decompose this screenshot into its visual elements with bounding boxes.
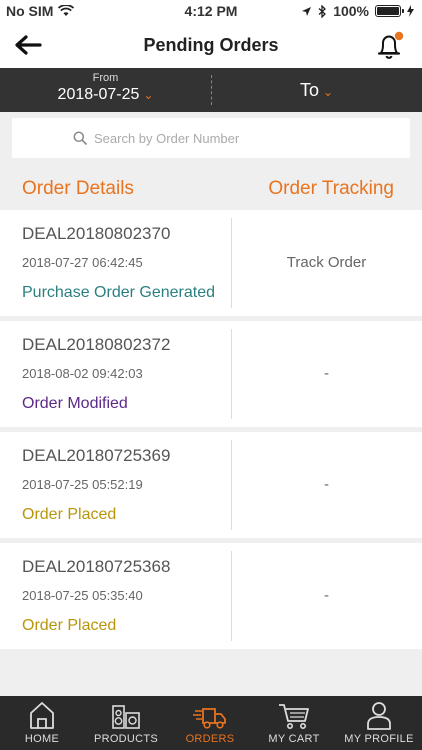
order-id: DEAL20180802372 [22, 335, 171, 354]
tracking-value: - [324, 365, 329, 382]
bell-icon [377, 31, 404, 59]
track-order-link[interactable]: Track Order [231, 254, 422, 271]
from-value-row: 2018-07-25 ⌄ [0, 86, 211, 104]
order-details-header: Order Details [22, 178, 134, 199]
from-label: From [92, 72, 119, 84]
order-status: Purchase Order Generated [22, 284, 215, 301]
tab-label: MY PROFILE [344, 733, 414, 745]
orders-list: DEAL20180802370 2018-07-27 06:42:45 Purc… [0, 210, 422, 654]
search-input[interactable] [94, 130, 374, 146]
order-id: DEAL20180802370 [22, 224, 171, 243]
tab-orders[interactable]: ORDERS [168, 696, 252, 750]
chevron-down-icon: ⌄ [143, 88, 154, 102]
order-id: DEAL20180725369 [22, 446, 171, 465]
order-datetime: 2018-08-02 09:42:03 [22, 366, 143, 381]
order-tracking-header: Order Tracking [268, 178, 394, 199]
bluetooth-icon [318, 4, 327, 18]
cart-icon [279, 704, 309, 729]
charging-icon [407, 5, 414, 17]
notifications-button[interactable] [374, 30, 406, 62]
search-box [12, 118, 410, 158]
tab-products[interactable]: PRODUCTS [84, 696, 168, 750]
battery-icon [375, 5, 404, 17]
tab-my-profile[interactable]: MY PROFILE [336, 696, 422, 750]
from-date-value: 2018-07-25 [57, 86, 140, 103]
status-bar: No SIM 4:12 PM 100% [0, 0, 422, 24]
home-icon [30, 702, 54, 729]
order-datetime: 2018-07-25 05:52:19 [22, 477, 143, 492]
notification-dot [394, 31, 404, 41]
order-id: DEAL20180725368 [22, 557, 171, 576]
page-title: Pending Orders [143, 35, 279, 55]
tracking-value: - [324, 587, 329, 604]
chevron-down-icon: ⌄ [322, 85, 334, 99]
order-status: Order Placed [22, 617, 117, 634]
tab-label: HOME [24, 733, 60, 745]
order-row[interactable]: DEAL20180802370 2018-07-27 06:42:45 Purc… [0, 210, 422, 316]
order-row[interactable]: DEAL20180725369 2018-07-25 05:52:19 Orde… [0, 432, 422, 538]
order-row[interactable]: DEAL20180725368 2018-07-25 05:35:40 Orde… [0, 543, 422, 649]
status-right: 100% [301, 3, 414, 19]
tracking-value: - [324, 476, 329, 493]
nav-bar: Pending Orders [0, 24, 422, 68]
order-row[interactable]: DEAL20180802372 2018-08-02 09:42:03 Orde… [0, 321, 422, 427]
tab-my-cart[interactable]: MY CART [252, 696, 336, 750]
products-icon [112, 705, 140, 729]
order-status: Order Modified [22, 395, 128, 412]
order-datetime: 2018-07-25 05:35:40 [22, 588, 143, 603]
date-to-picker[interactable]: To ⌄ [211, 68, 422, 112]
tab-label: ORDERS [185, 733, 235, 745]
column-headers: Order Details Order Tracking [0, 172, 422, 206]
date-filter-bar: From 2018-07-25 ⌄ To ⌄ [0, 68, 422, 112]
bottom-tab-bar: HOME PRODUCTS ORDERS MY CART MY PROFILE [0, 696, 422, 750]
tab-label: MY CART [268, 733, 320, 745]
search-icon [73, 131, 87, 145]
battery-percent: 100% [333, 3, 369, 19]
tab-label: PRODUCTS [93, 733, 159, 745]
truck-icon [193, 708, 226, 729]
tab-home[interactable]: HOME [0, 696, 84, 750]
order-status: Order Placed [22, 506, 117, 523]
order-datetime: 2018-07-27 06:42:45 [22, 255, 143, 270]
date-from-picker[interactable]: From 2018-07-25 ⌄ [0, 68, 211, 112]
to-label: To [299, 80, 319, 100]
location-icon [302, 6, 312, 16]
profile-icon [367, 702, 391, 730]
